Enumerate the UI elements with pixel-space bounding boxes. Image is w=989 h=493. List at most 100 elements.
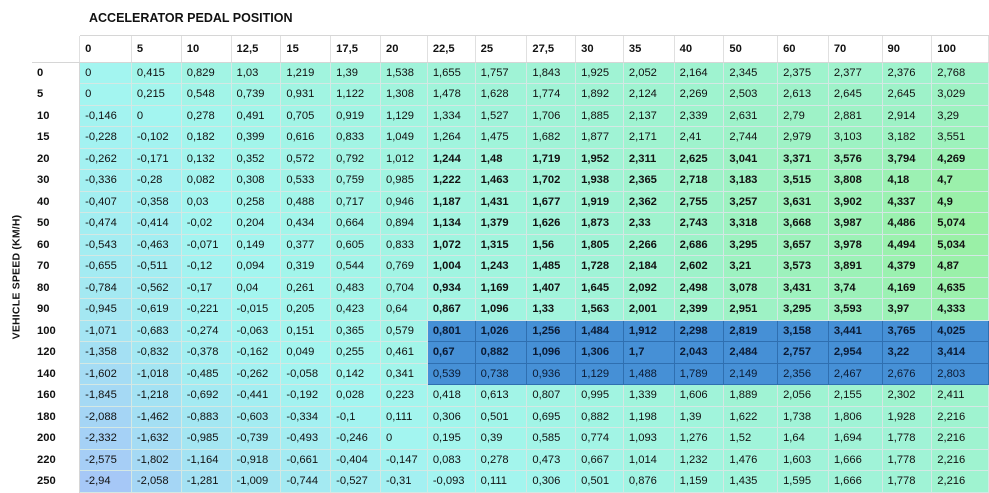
- map-cell[interactable]: 1,928: [882, 406, 933, 428]
- map-cell[interactable]: 1,243: [475, 255, 528, 278]
- map-cell[interactable]: 0,572: [280, 148, 332, 170]
- row-header-cell[interactable]: 60: [32, 234, 81, 256]
- map-cell[interactable]: 2,345: [723, 62, 779, 84]
- map-cell[interactable]: 1,264: [427, 126, 476, 149]
- map-cell[interactable]: 1,778: [882, 449, 933, 471]
- map-cell[interactable]: 2,467: [828, 363, 883, 385]
- map-cell[interactable]: 0,182: [181, 126, 232, 149]
- map-cell[interactable]: -0,071: [181, 234, 232, 256]
- map-cell[interactable]: 2,881: [828, 105, 883, 127]
- map-cell[interactable]: 0,876: [623, 470, 675, 493]
- map-cell[interactable]: -0,12: [181, 255, 232, 278]
- map-cell[interactable]: 2,914: [882, 105, 933, 127]
- map-cell[interactable]: 0,418: [427, 384, 476, 407]
- map-cell[interactable]: 0,769: [380, 255, 428, 278]
- map-cell[interactable]: 2,149: [723, 363, 779, 385]
- map-cell[interactable]: -0,228: [79, 126, 132, 149]
- map-cell[interactable]: 1,757: [475, 62, 528, 84]
- map-cell[interactable]: 3,041: [723, 148, 779, 170]
- map-cell[interactable]: 1,315: [475, 234, 528, 256]
- map-cell[interactable]: 1,129: [575, 363, 624, 385]
- map-cell[interactable]: 1,39: [674, 406, 725, 428]
- map-cell[interactable]: 3,97: [882, 298, 933, 321]
- map-cell[interactable]: 2,216: [931, 427, 989, 450]
- row-header-cell[interactable]: 180: [32, 406, 81, 428]
- column-header-cell[interactable]: 10: [181, 36, 232, 63]
- map-cell[interactable]: 1,03: [231, 62, 282, 84]
- map-cell[interactable]: 0,142: [330, 363, 381, 385]
- map-cell[interactable]: 3,987: [828, 212, 883, 235]
- map-cell[interactable]: 1,56: [526, 234, 577, 256]
- map-cell[interactable]: 3,295: [777, 298, 829, 321]
- map-cell[interactable]: 1,677: [526, 191, 577, 213]
- map-cell[interactable]: 1,7: [623, 341, 675, 364]
- map-cell[interactable]: 0,539: [426, 363, 476, 385]
- map-cell[interactable]: 1,159: [674, 470, 725, 493]
- map-cell[interactable]: 2,484: [723, 341, 779, 364]
- map-cell[interactable]: 2,951: [723, 298, 779, 321]
- map-cell[interactable]: 5,074: [931, 212, 989, 235]
- map-cell[interactable]: 2,979: [777, 126, 829, 149]
- map-cell[interactable]: 0,473: [526, 449, 577, 471]
- row-header-cell[interactable]: 20: [32, 148, 81, 170]
- map-cell[interactable]: 2,645: [882, 83, 933, 106]
- map-cell[interactable]: 0,995: [575, 384, 624, 407]
- map-cell[interactable]: -0,744: [280, 470, 332, 493]
- map-cell[interactable]: 1,64: [777, 427, 829, 450]
- map-cell[interactable]: 2,365: [623, 169, 675, 192]
- map-cell[interactable]: -0,463: [131, 234, 182, 256]
- map-cell[interactable]: -0,832: [131, 341, 182, 364]
- map-cell[interactable]: 0,829: [181, 62, 232, 84]
- map-cell[interactable]: 1,595: [777, 470, 829, 493]
- map-cell[interactable]: 1,276: [674, 427, 725, 450]
- map-cell[interactable]: -2,94: [79, 470, 132, 493]
- map-cell[interactable]: 3,103: [828, 126, 883, 149]
- map-cell[interactable]: -0,146: [79, 105, 132, 127]
- map-cell[interactable]: 0,919: [330, 105, 381, 127]
- map-cell[interactable]: 4,486: [882, 212, 933, 235]
- map-cell[interactable]: 3,515: [777, 169, 829, 192]
- map-cell[interactable]: 0,04: [231, 277, 282, 299]
- map-cell[interactable]: 2,376: [882, 62, 933, 84]
- map-cell[interactable]: -0,543: [79, 234, 132, 256]
- column-header-cell[interactable]: 30: [575, 36, 624, 63]
- row-header-cell[interactable]: 5: [32, 83, 81, 105]
- map-cell[interactable]: 2,768: [931, 62, 989, 84]
- map-cell[interactable]: -0,093: [427, 470, 476, 493]
- map-cell[interactable]: 0,365: [330, 320, 381, 342]
- map-cell[interactable]: 1,682: [526, 126, 577, 149]
- column-header-cell[interactable]: 20: [380, 36, 428, 63]
- map-cell[interactable]: 2,124: [623, 83, 675, 106]
- map-cell[interactable]: 1,628: [475, 83, 528, 106]
- row-header-cell[interactable]: 220: [32, 449, 81, 471]
- row-header-cell[interactable]: 200: [32, 427, 81, 449]
- map-cell[interactable]: -0,511: [131, 255, 182, 278]
- row-header-cell[interactable]: 15: [32, 126, 81, 148]
- map-cell[interactable]: 0,544: [330, 255, 381, 278]
- map-cell[interactable]: 0,894: [380, 212, 428, 235]
- map-cell[interactable]: 2,33: [623, 212, 675, 235]
- map-cell[interactable]: 0,501: [575, 470, 624, 493]
- map-cell[interactable]: 3,431: [777, 277, 829, 299]
- map-cell[interactable]: 0,278: [475, 449, 528, 471]
- map-cell[interactable]: -1,009: [231, 470, 282, 493]
- map-cell[interactable]: -1,018: [131, 363, 182, 385]
- map-cell[interactable]: 0,759: [330, 169, 381, 192]
- map-cell[interactable]: 0,667: [575, 449, 624, 471]
- map-cell[interactable]: 1,892: [575, 83, 624, 106]
- map-cell[interactable]: 2,356: [777, 363, 829, 385]
- column-header-cell[interactable]: 25: [475, 36, 528, 63]
- map-cell[interactable]: 1,134: [427, 212, 476, 235]
- map-cell[interactable]: 1,889: [723, 384, 779, 407]
- map-cell[interactable]: -0,603: [231, 406, 282, 428]
- map-cell[interactable]: -0,619: [131, 298, 182, 321]
- map-cell[interactable]: -0,474: [79, 212, 132, 235]
- map-cell[interactable]: 0,67: [426, 341, 476, 364]
- map-cell[interactable]: 3,257: [723, 191, 779, 213]
- map-cell[interactable]: -0,162: [231, 341, 282, 364]
- map-cell[interactable]: 1,527: [475, 105, 528, 127]
- map-cell[interactable]: 0,111: [475, 470, 528, 493]
- map-cell[interactable]: 0,434: [280, 212, 332, 235]
- map-cell[interactable]: 1,478: [427, 83, 476, 106]
- map-cell[interactable]: 2,043: [674, 341, 725, 364]
